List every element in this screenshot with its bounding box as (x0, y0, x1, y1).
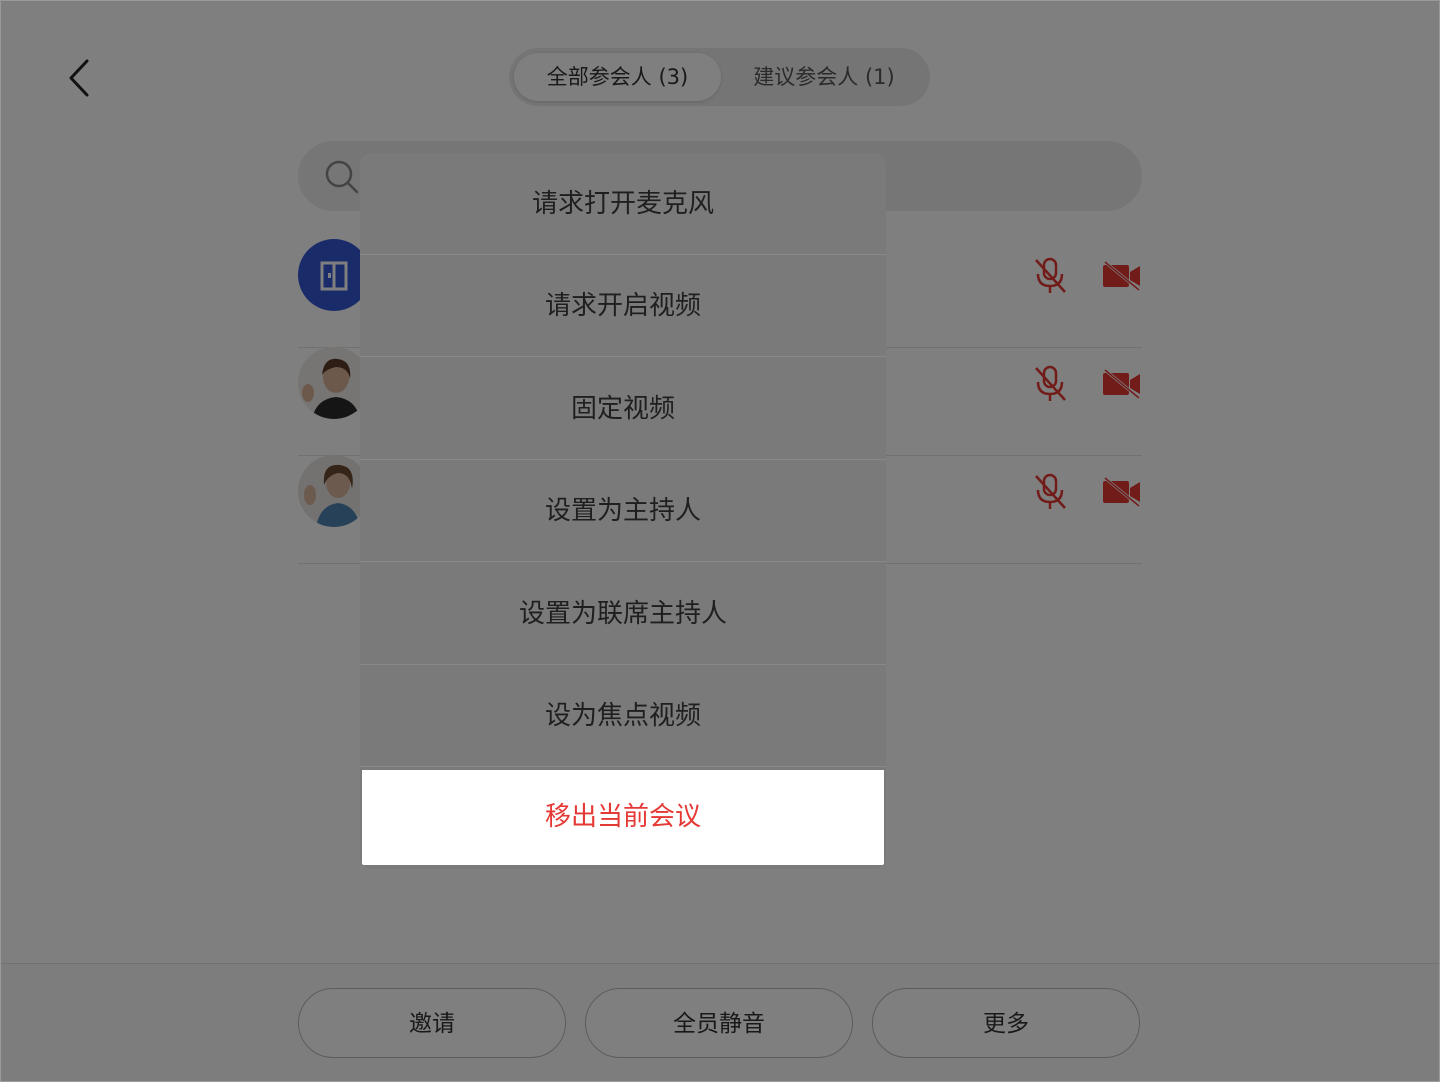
remove-from-meeting-option[interactable]: 移出当前会议 (362, 770, 884, 865)
participants-screen: 全部参会人 (3) 建议参会人 (1) (0, 0, 1440, 1082)
participant-action-sheet: 请求打开麦克风 请求开启视频 固定视频 设置为主持人 设置为联席主持人 设为焦点… (360, 153, 886, 869)
request-video-option[interactable]: 请求开启视频 (360, 255, 886, 357)
make-cohost-option[interactable]: 设置为联席主持人 (360, 563, 886, 665)
pin-video-option[interactable]: 固定视频 (360, 358, 886, 460)
spotlight-video-option[interactable]: 设为焦点视频 (360, 665, 886, 767)
request-mic-option[interactable]: 请求打开麦克风 (360, 153, 886, 255)
make-host-option[interactable]: 设置为主持人 (360, 460, 886, 562)
